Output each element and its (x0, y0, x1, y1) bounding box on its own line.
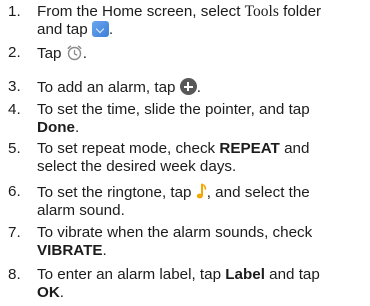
step-text: To set the ringtone, tap , and select th… (37, 183, 310, 219)
done-label: Done (37, 119, 75, 136)
tools-folder-name: Tools (244, 3, 279, 20)
step-3: 3. To add an alarm, tap . (0, 78, 350, 97)
step-text: Tap . (37, 44, 87, 62)
step-number: 2. (8, 44, 21, 61)
step-text: To enter an alarm label, tap Label and t… (37, 266, 320, 301)
vibrate-label: VIBRATE (37, 242, 103, 259)
tools-folder-icon (91, 21, 109, 37)
music-note-icon (196, 183, 207, 200)
add-circle-icon (179, 78, 197, 95)
clock-app-icon (66, 44, 83, 61)
instruction-list: 1. From the Home screen, select Tools fo… (0, 0, 370, 306)
step-text: To add an alarm, tap . (37, 78, 201, 96)
repeat-label: REPEAT (219, 140, 280, 157)
step-number: 4. (8, 101, 21, 118)
step-number: 5. (8, 140, 21, 157)
step-8: 8. To enter an alarm label, tap Label an… (0, 266, 350, 302)
step-2: 2. Tap . (0, 44, 350, 63)
step-text: To vibrate when the alarm sounds, check … (37, 224, 313, 259)
label-label: Label (225, 266, 265, 283)
step-number: 3. (8, 78, 21, 95)
step-1: 1. From the Home screen, select Tools fo… (0, 3, 350, 39)
step-text: To set the time, slide the pointer, and … (37, 101, 310, 136)
ok-label: OK (37, 284, 60, 301)
step-number: 6. (8, 183, 21, 200)
step-5: 5. To set repeat mode, check REPEAT and … (0, 140, 350, 176)
step-7: 7. To vibrate when the alarm sounds, che… (0, 224, 350, 260)
step-text: From the Home screen, select Tools folde… (37, 3, 322, 38)
step-4: 4. To set the time, slide the pointer, a… (0, 101, 350, 137)
step-6: 6. To set the ringtone, tap , and select… (0, 183, 350, 220)
step-number: 8. (8, 266, 21, 283)
step-text: To set repeat mode, check REPEAT and sel… (37, 140, 310, 175)
step-number: 1. (8, 3, 21, 20)
step-number: 7. (8, 224, 21, 241)
